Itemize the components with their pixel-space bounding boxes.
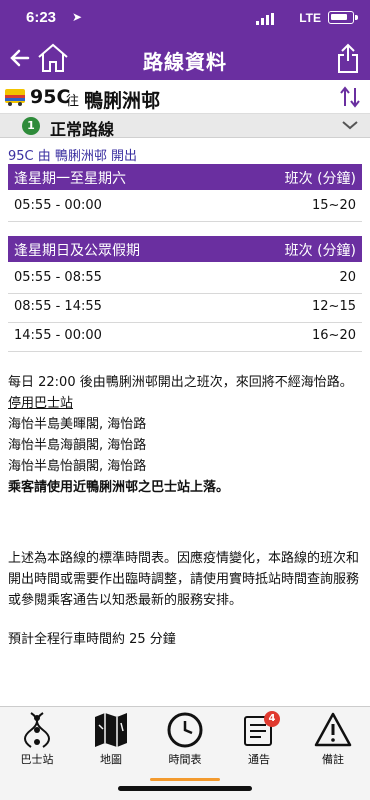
tab-label: 通告: [248, 753, 270, 766]
suspended-stops-title: 停用巴士站: [8, 396, 74, 411]
suspended-stop: 海怡半島美暉閣, 海怡路: [8, 417, 147, 432]
schedule-title: 逢星期一至星期六: [14, 171, 126, 187]
location-arrow-icon: ➤: [72, 10, 83, 24]
share-icon[interactable]: [336, 42, 360, 74]
time-range: 08:55 - 14:55: [14, 299, 102, 314]
page-title: 路線資料: [143, 50, 227, 74]
route-notes: 每日 22:00 後由鴨脷洲邨開出之班次，來回將不經海怡路。 停用巴士站 海怡半…: [8, 372, 362, 498]
network-type: LTE: [299, 11, 321, 25]
chevron-down-icon: [342, 121, 358, 130]
frequency: 15~20: [312, 198, 356, 213]
app-header: 路線資料: [0, 40, 370, 80]
tab-label: 時間表: [168, 753, 202, 766]
time-range: 05:55 - 00:00: [14, 198, 102, 213]
clock-icon: [167, 712, 203, 748]
schedule-row: 14:55 - 00:00 16~20: [8, 320, 362, 352]
frequency-header: 班次 (分鐘): [284, 243, 356, 259]
journey-time: 預計全程行車時間約 25 分鐘: [8, 632, 176, 647]
schedule-row: 08:55 - 14:55 12~15: [8, 291, 362, 323]
battery-icon: [328, 11, 358, 24]
warning-icon: [314, 712, 352, 747]
route-direction: 往: [66, 94, 80, 109]
map-icon: [95, 713, 127, 747]
frequency: 20: [339, 270, 356, 285]
home-indicator: [118, 786, 252, 791]
frequency: 12~15: [312, 299, 356, 314]
signal-icon: [256, 13, 274, 25]
route-number: 95C: [30, 86, 71, 108]
active-tab-indicator: [150, 778, 220, 781]
frequency: 16~20: [312, 328, 356, 343]
tab-timetable[interactable]: 時間表: [148, 711, 222, 781]
route-variant-selector[interactable]: 1 正常路線: [0, 114, 370, 139]
swap-direction-icon[interactable]: [338, 86, 362, 108]
time-range: 05:55 - 08:55: [14, 270, 102, 285]
schedule-title: 逢星期日及公眾假期: [14, 243, 140, 259]
timetable-disclaimer: 上述為本路線的標準時間表。因應疫情變化，本路線的班次和開出時間或需要作出臨時調整…: [8, 551, 360, 608]
schedule-row: 05:55 - 08:55 20: [8, 262, 362, 294]
tab-remarks[interactable]: 備註: [296, 711, 370, 775]
tab-label: 備註: [322, 753, 344, 766]
frequency-header: 班次 (分鐘): [284, 171, 356, 187]
night-notice: 每日 22:00 後由鴨脷洲邨開出之班次，來回將不經海怡路。: [8, 375, 353, 390]
tab-notices[interactable]: 4 通告: [222, 711, 296, 775]
schedule-header-weekday: 逢星期一至星期六 班次 (分鐘): [8, 164, 362, 190]
suspended-stop: 海怡半島怡韻閣, 海怡路: [8, 459, 147, 474]
schedule-header-holiday: 逢星期日及公眾假期 班次 (分鐘): [8, 236, 362, 262]
bus-icon: [5, 89, 25, 106]
suspended-stop: 海怡半島海韻閣, 海怡路: [8, 438, 147, 453]
origin-caption: 95C 由 鴨脷洲邨 開出: [8, 149, 138, 164]
boarding-notice: 乘客請使用近鴨脷洲邨之巴士站上落。: [8, 480, 230, 495]
schedule-row: 05:55 - 00:00 15~20: [8, 190, 362, 222]
route-bar: 95C 往 鴨脷洲邨: [0, 80, 370, 114]
tab-label: 地圖: [100, 753, 122, 766]
variant-number-badge: 1: [22, 117, 40, 135]
tab-map[interactable]: 地圖: [74, 711, 148, 775]
status-time: 6:23: [26, 9, 57, 26]
bus-stops-icon: [24, 712, 50, 748]
tab-label: 巴士站: [20, 753, 54, 766]
notification-badge: 4: [264, 711, 280, 727]
variant-label: 正常路線: [50, 120, 115, 139]
route-destination: 鴨脷洲邨: [84, 90, 161, 112]
time-range: 14:55 - 00:00: [14, 328, 102, 343]
status-bar: 6:23 ➤ LTE: [0, 0, 370, 40]
tab-bus-stops[interactable]: 巴士站: [0, 711, 74, 775]
